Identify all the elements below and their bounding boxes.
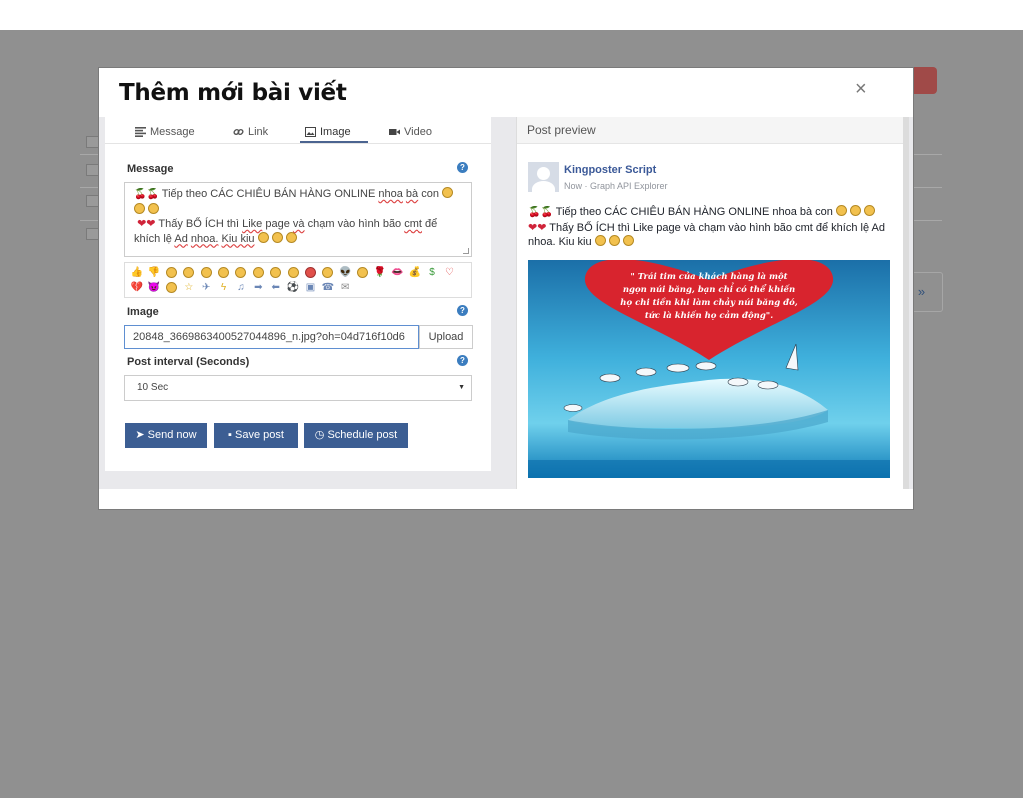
question-circle-icon[interactable]: ?	[457, 162, 468, 173]
schedule-post-button[interactable]: ◷ Schedule post	[304, 423, 408, 448]
smiley-icon	[257, 231, 269, 243]
avatar	[528, 162, 559, 192]
worried-icon[interactable]	[252, 267, 264, 278]
hearts-emoji-icon: ❤❤	[528, 221, 547, 234]
happy-icon[interactable]	[218, 267, 230, 278]
smiley-icon	[850, 205, 862, 216]
save-post-button[interactable]: ▪ Save post	[214, 423, 298, 448]
music-note-icon[interactable]: ♫	[233, 280, 248, 295]
smiley-icon	[594, 235, 606, 246]
thumbs-up-icon[interactable]: 👍	[129, 265, 144, 280]
smiley-icon	[148, 202, 160, 214]
tab-link[interactable]: Link	[233, 123, 268, 141]
send-now-button[interactable]: ➤ Send now	[125, 423, 207, 448]
smiley-icon	[608, 235, 620, 246]
image-label: Image	[127, 306, 159, 318]
laugh-icon[interactable]	[200, 267, 212, 278]
devil-icon[interactable]: 😈	[147, 280, 162, 295]
image-caption-line: tức là khiến họ cảm động".	[645, 309, 773, 321]
image-caption-line: " Trái tim của khách hàng là một	[630, 271, 787, 282]
cherries-emoji-icon: 🍒🍒	[134, 189, 159, 200]
smile-icon[interactable]	[183, 267, 195, 278]
tab-video[interactable]: Video	[389, 123, 432, 141]
grin-icon[interactable]	[165, 267, 177, 278]
smiley-icon	[864, 205, 876, 216]
paper-plane-icon: ➤	[135, 429, 145, 441]
smiley-icon	[622, 235, 634, 246]
tab-label: Link	[248, 126, 269, 138]
caret-down-icon: ▼	[458, 384, 465, 391]
page-name-link[interactable]: Kingposter Script	[564, 164, 656, 176]
soccer-ball-icon[interactable]: ⚽	[286, 280, 301, 295]
telephone-icon[interactable]: ☎	[320, 280, 335, 295]
thumbs-down-icon[interactable]: 👎	[147, 265, 162, 280]
angry-icon[interactable]	[304, 267, 316, 278]
tab-image[interactable]: Image	[305, 123, 351, 141]
modal-title: Thêm mới bài viết	[119, 80, 347, 106]
smiley-icon	[835, 205, 847, 216]
broken-heart-icon[interactable]: 💔	[129, 280, 144, 295]
lightning-icon[interactable]: ϟ	[216, 280, 231, 295]
lips-icon[interactable]: 👄	[390, 265, 405, 280]
active-tab-indicator	[300, 141, 368, 143]
joy-icon[interactable]	[235, 267, 247, 278]
smiley-icon	[285, 231, 297, 243]
message-label: Message	[127, 163, 174, 175]
video-camera-icon	[389, 129, 400, 135]
image-icon	[305, 127, 316, 137]
post-text: 🍒🍒 Tiếp theo CÁC CHIÊU BÁN HÀNG ONLINE n…	[528, 205, 885, 248]
frown-icon[interactable]	[322, 267, 334, 278]
tab-label: Message	[150, 126, 195, 138]
close-icon[interactable]: ×	[855, 78, 867, 101]
star-icon[interactable]: ☆	[181, 280, 196, 295]
resize-handle[interactable]	[463, 248, 469, 254]
emoji-picker: 👍 👎 👽 🌹 👄 💰 $ ♡ 💔 😈 ☆ ✈ ϟ ♫ ➡ ⬅ ⚽ ▣ ☎ ✉	[124, 262, 472, 298]
upload-button[interactable]: Upload	[419, 325, 473, 349]
new-post-modal: Thêm mới bài viết × Message Link Image V…	[98, 67, 914, 510]
preview-scrollbar[interactable]	[903, 117, 909, 489]
smiley-icon	[134, 202, 145, 214]
arrow-right-icon[interactable]: ➡	[251, 280, 266, 295]
floppy-disk-icon: ▪	[228, 429, 232, 441]
arrow-left-icon[interactable]: ⬅	[268, 280, 283, 295]
post-preview-panel: Post preview Kingposter Script Now · Gra…	[516, 117, 909, 489]
sweat-icon[interactable]	[270, 267, 282, 278]
preview-header: Post preview	[517, 117, 903, 144]
cherries-emoji-icon: 🍒🍒	[528, 207, 553, 218]
pig-icon[interactable]	[165, 282, 177, 293]
post-image[interactable]: " Trái tim của khách hàng là một ngọn nú…	[528, 260, 890, 478]
tab-message[interactable]: Message	[135, 123, 195, 141]
cassette-icon[interactable]: ▣	[303, 280, 318, 295]
clock-icon: ◷	[314, 429, 325, 441]
tab-label: Video	[404, 126, 432, 138]
airplane-icon[interactable]: ✈	[199, 280, 214, 295]
hearts-emoji-icon: ❤❤	[137, 218, 156, 230]
smiley-icon	[271, 231, 283, 243]
question-circle-icon[interactable]: ?	[457, 355, 468, 366]
dollar-icon[interactable]: $	[425, 265, 440, 280]
alien-icon[interactable]: 👽	[338, 265, 353, 280]
smiley-icon	[442, 187, 454, 198]
align-left-icon	[135, 127, 146, 137]
post-form-panel: Message Link Image Video Message ? 🍒🍒 Ti…	[105, 117, 491, 471]
envelope-icon[interactable]: ✉	[338, 280, 353, 295]
message-textarea[interactable]: 🍒🍒 Tiếp theo CÁC CHIÊU BÁN HÀNG ONLINE n…	[124, 182, 472, 257]
tab-label: Image	[320, 126, 351, 138]
heart-icon[interactable]: ♡	[442, 265, 457, 280]
link-icon	[233, 128, 244, 136]
post-meta: Now · Graph API Explorer	[564, 181, 668, 191]
money-bag-icon[interactable]: 💰	[407, 265, 422, 280]
smirk-icon[interactable]	[287, 267, 299, 278]
post-interval-select[interactable]: 10 Sec ▼	[124, 375, 472, 401]
image-caption-line: họ chi tiền khi làm chảy núi băng đó,	[620, 297, 797, 308]
question-circle-icon[interactable]: ?	[457, 305, 468, 316]
image-url-input[interactable]: 20848_3669863400527044896_n.jpg?oh=04d71…	[124, 325, 419, 349]
kiss-icon[interactable]	[357, 267, 369, 278]
rose-icon[interactable]: 🌹	[372, 265, 387, 280]
post-interval-label: Post interval (Seconds)	[127, 356, 250, 368]
post-type-tabs: Message Link Image Video	[105, 117, 491, 144]
